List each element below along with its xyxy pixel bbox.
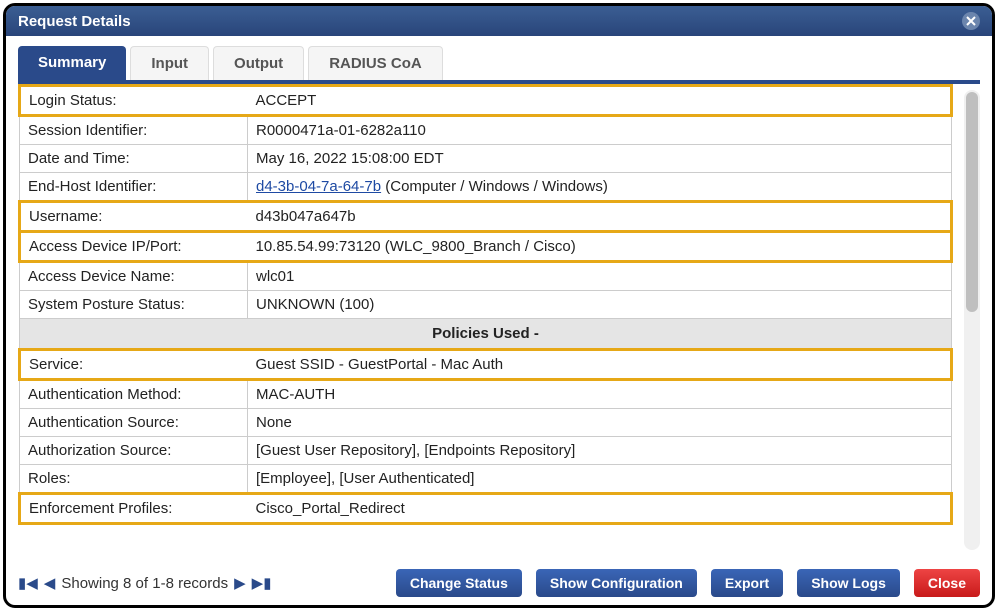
details-table: Login Status: ACCEPT Session Identifier:… <box>18 84 953 525</box>
mac-link[interactable]: d4-3b-04-7a-64-7b <box>256 178 381 195</box>
label-login-status: Login Status: <box>20 86 248 116</box>
value-auth-source: None <box>248 409 952 437</box>
label-posture: System Posture Status: <box>20 291 248 319</box>
label-enf-profiles: Enforcement Profiles: <box>20 494 248 524</box>
close-icon[interactable] <box>962 12 980 30</box>
pager-next-icon[interactable]: ▶ <box>234 574 246 592</box>
row-posture: System Posture Status: UNKNOWN (100) <box>20 291 952 319</box>
row-login-status: Login Status: ACCEPT <box>20 86 952 116</box>
pager-records-text: Showing 8 of 1-8 records <box>61 575 228 592</box>
footer-bar: ▮◀ ◀ Showing 8 of 1-8 records ▶ ▶▮ Chang… <box>18 569 980 597</box>
change-status-button[interactable]: Change Status <box>396 569 522 597</box>
label-username: Username: <box>20 202 248 232</box>
value-posture: UNKNOWN (100) <box>248 291 952 319</box>
row-access-name: Access Device Name: wlc01 <box>20 262 952 291</box>
tab-input[interactable]: Input <box>130 46 209 80</box>
value-date-time: May 16, 2022 15:08:00 EDT <box>248 145 952 173</box>
value-session-id: R0000471a-01-6282a110 <box>248 116 952 145</box>
label-auth-method: Authentication Method: <box>20 380 248 409</box>
export-button[interactable]: Export <box>711 569 783 597</box>
row-enf-profiles: Enforcement Profiles: Cisco_Portal_Redir… <box>20 494 952 524</box>
row-service: Service: Guest SSID - GuestPortal - Mac … <box>20 350 952 380</box>
window-title: Request Details <box>18 13 131 30</box>
title-bar: Request Details <box>6 6 992 36</box>
content-area: Summary Input Output RADIUS CoA Login St… <box>6 36 992 559</box>
value-end-host: d4-3b-04-7a-64-7b (Computer / Windows / … <box>248 173 952 202</box>
policies-header: Policies Used - <box>20 319 952 350</box>
close-button[interactable]: Close <box>914 569 980 597</box>
vertical-scrollbar[interactable] <box>964 90 980 550</box>
row-username: Username: d43b047a647b <box>20 202 952 232</box>
row-session-id: Session Identifier: R0000471a-01-6282a11… <box>20 116 952 145</box>
value-access-name: wlc01 <box>248 262 952 291</box>
value-username: d43b047a647b <box>248 202 952 232</box>
row-auth-source: Authentication Source: None <box>20 409 952 437</box>
pager-last-icon[interactable]: ▶▮ <box>252 574 272 592</box>
label-access-name: Access Device Name: <box>20 262 248 291</box>
value-login-status: ACCEPT <box>248 86 952 116</box>
end-host-extra: (Computer / Windows / Windows) <box>381 178 608 195</box>
value-access-ip: 10.85.54.99:73120 (WLC_9800_Branch / Cis… <box>248 232 952 262</box>
tab-radius-coa[interactable]: RADIUS CoA <box>308 46 443 80</box>
show-logs-button[interactable]: Show Logs <box>797 569 900 597</box>
row-date-time: Date and Time: May 16, 2022 15:08:00 EDT <box>20 145 952 173</box>
value-service: Guest SSID - GuestPortal - Mac Auth <box>248 350 952 380</box>
label-access-ip: Access Device IP/Port: <box>20 232 248 262</box>
pager-prev-icon[interactable]: ◀ <box>44 574 56 592</box>
scroll-pane: Login Status: ACCEPT Session Identifier:… <box>18 84 980 559</box>
pager-first-icon[interactable]: ▮◀ <box>18 574 38 592</box>
pager: ▮◀ ◀ Showing 8 of 1-8 records ▶ ▶▮ <box>18 574 271 592</box>
label-service: Service: <box>20 350 248 380</box>
value-auth-method: MAC-AUTH <box>248 380 952 409</box>
value-roles: [Employee], [User Authenticated] <box>248 465 952 494</box>
row-access-ip: Access Device IP/Port: 10.85.54.99:73120… <box>20 232 952 262</box>
value-enf-profiles: Cisco_Portal_Redirect <box>248 494 952 524</box>
label-authz-source: Authorization Source: <box>20 437 248 465</box>
scrollbar-thumb[interactable] <box>966 92 978 312</box>
dialog-frame: Request Details Summary Input Output RAD… <box>3 3 995 608</box>
label-end-host: End-Host Identifier: <box>20 173 248 202</box>
row-policies-header: Policies Used - <box>20 319 952 350</box>
row-end-host: End-Host Identifier: d4-3b-04-7a-64-7b (… <box>20 173 952 202</box>
label-roles: Roles: <box>20 465 248 494</box>
value-authz-source: [Guest User Repository], [Endpoints Repo… <box>248 437 952 465</box>
row-roles: Roles: [Employee], [User Authenticated] <box>20 465 952 494</box>
label-auth-source: Authentication Source: <box>20 409 248 437</box>
tab-output[interactable]: Output <box>213 46 304 80</box>
label-session-id: Session Identifier: <box>20 116 248 145</box>
tab-summary[interactable]: Summary <box>18 46 126 80</box>
show-config-button[interactable]: Show Configuration <box>536 569 697 597</box>
tab-bar: Summary Input Output RADIUS CoA <box>18 46 980 84</box>
row-authz-source: Authorization Source: [Guest User Reposi… <box>20 437 952 465</box>
row-auth-method: Authentication Method: MAC-AUTH <box>20 380 952 409</box>
label-date-time: Date and Time: <box>20 145 248 173</box>
